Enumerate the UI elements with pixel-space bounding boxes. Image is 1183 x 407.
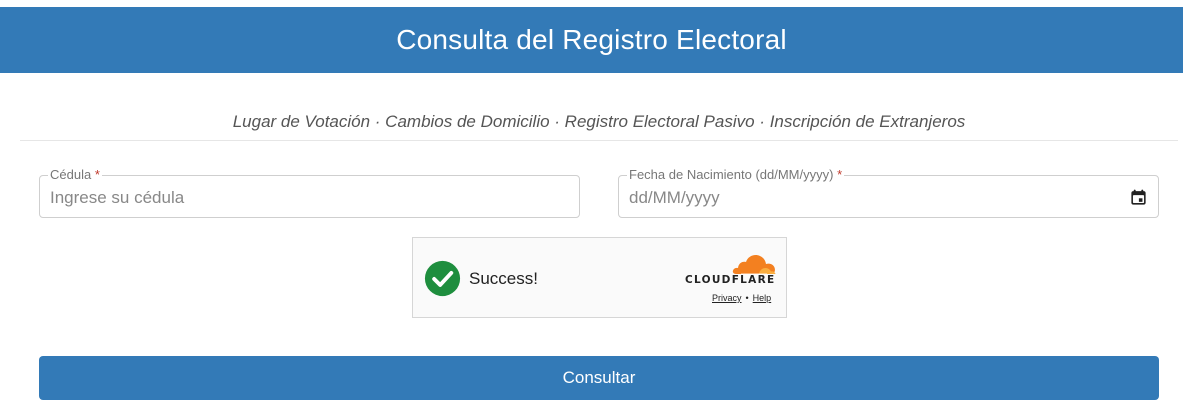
cloudflare-logo-icon (732, 255, 776, 275)
captcha-status-text: Success! (469, 269, 538, 288)
birthdate-label: Fecha de Nacimiento (dd/MM/yyyy) * (627, 167, 845, 183)
privacy-link[interactable]: Privacy (712, 293, 742, 303)
birthdate-input[interactable] (629, 187, 1118, 209)
consultar-button[interactable]: Consultar (39, 356, 1159, 400)
cloudflare-wordmark: CLOUDFLARE (685, 274, 776, 286)
header-bar: Consulta del Registro Electoral (0, 7, 1183, 73)
services-subtitle: Lugar de Votación · Cambios de Domicilio… (232, 112, 966, 131)
link-separator: • (745, 293, 749, 303)
birthdate-field[interactable]: Fecha de Nacimiento (dd/MM/yyyy) * (618, 167, 1159, 218)
page: Consulta del Registro Electoral Lugar de… (0, 0, 1183, 407)
required-mark: * (837, 167, 843, 182)
cedula-label: Cédula * (48, 167, 102, 183)
help-link[interactable]: Help (753, 293, 772, 303)
check-circle-icon (424, 260, 461, 297)
calendar-icon[interactable] (1129, 188, 1148, 207)
cloudflare-captcha-widget[interactable]: Success! CLOUDFLARE Privacy • Help (412, 237, 787, 318)
captcha-links: Privacy • Help (712, 293, 771, 303)
divider (20, 140, 1178, 141)
page-title: Consulta del Registro Electoral (396, 24, 787, 55)
cedula-input[interactable] (50, 187, 539, 209)
cedula-field[interactable]: Cédula * (39, 167, 580, 218)
required-mark: * (94, 167, 100, 182)
